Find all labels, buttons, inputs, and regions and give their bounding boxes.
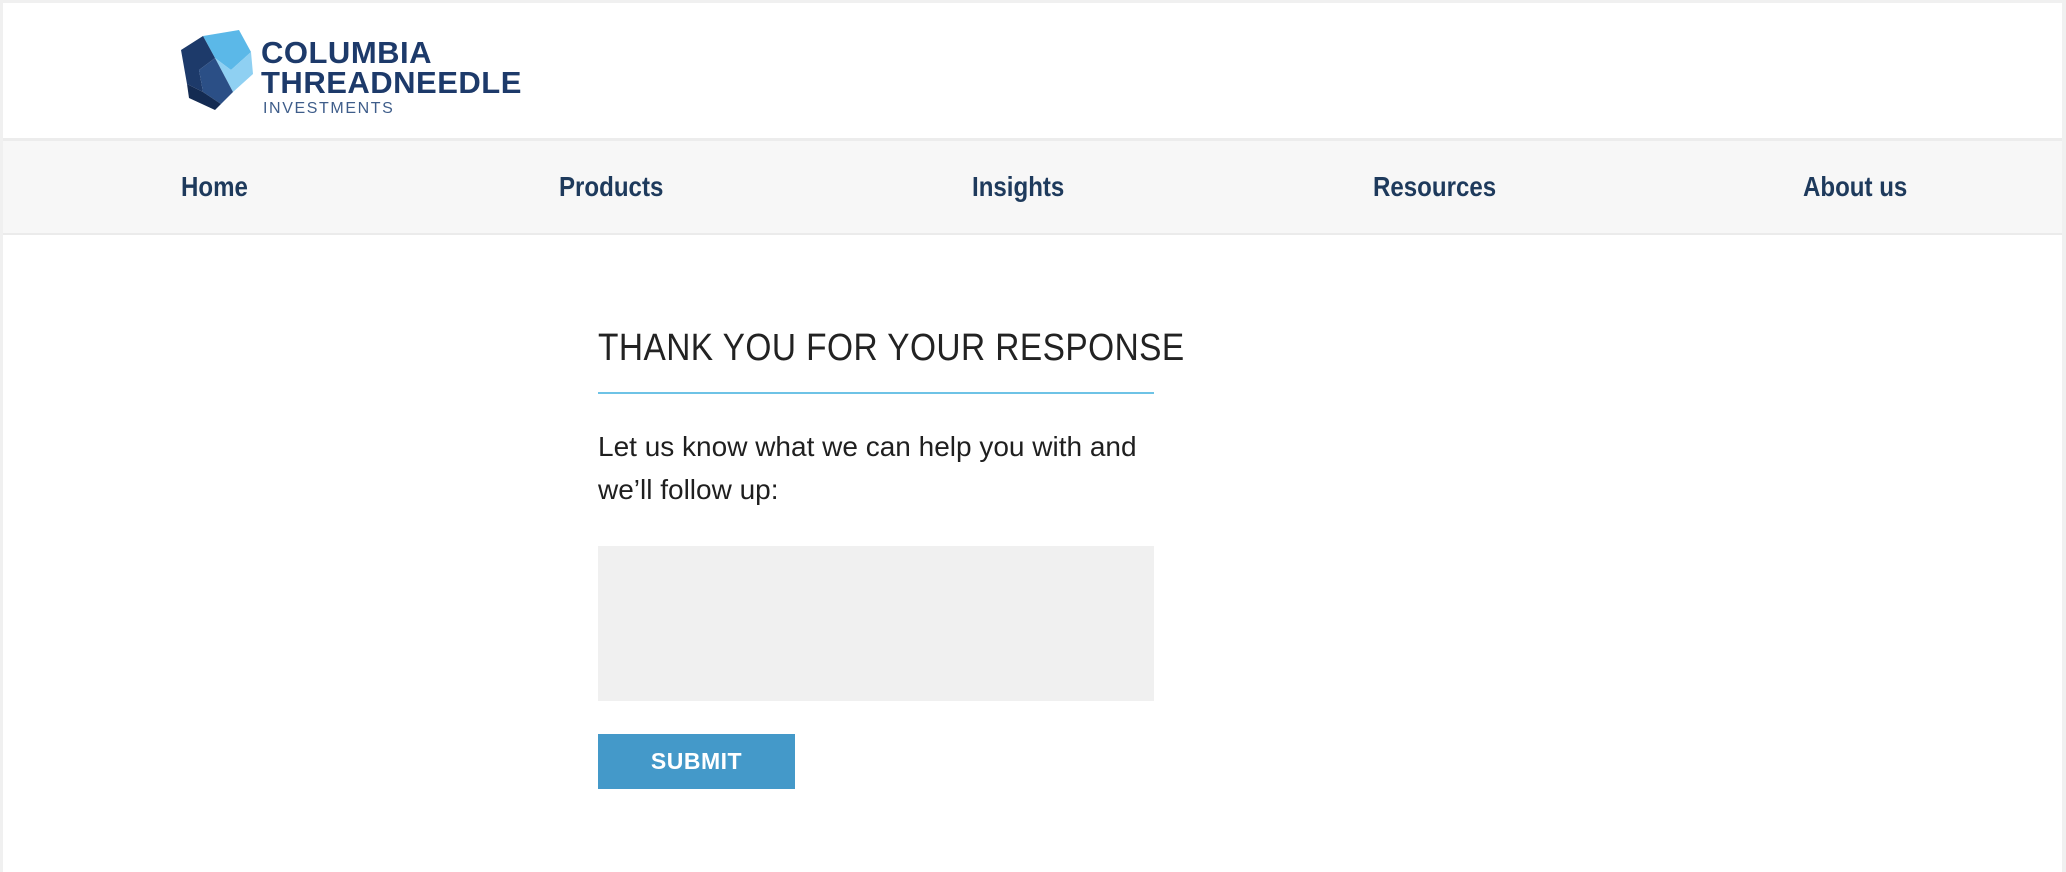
submit-button[interactable]: SUBMIT — [598, 734, 795, 789]
nav-item-insights[interactable]: Insights — [972, 171, 1064, 203]
main-nav: Home Products Insights Resources About u… — [3, 141, 2062, 235]
page-title: THANK YOU FOR YOUR RESPONSE — [598, 327, 1185, 369]
nav-item-products[interactable]: Products — [559, 171, 663, 203]
nav-item-home[interactable]: Home — [181, 171, 248, 203]
response-form: THANK YOU FOR YOUR RESPONSE Let us know … — [598, 323, 1185, 789]
feedback-textarea[interactable] — [598, 546, 1154, 701]
title-divider — [598, 392, 1154, 394]
site-header: COLUMBIA THREADNEEDLE INVESTMENTS — [3, 3, 2062, 141]
nav-item-resources[interactable]: Resources — [1373, 171, 1496, 203]
page-frame: COLUMBIA THREADNEEDLE INVESTMENTS Home P… — [0, 0, 2066, 872]
brand-tagline: INVESTMENTS — [263, 100, 395, 117]
brand-logo[interactable]: COLUMBIA THREADNEEDLE INVESTMENTS — [181, 27, 541, 122]
nav-item-about-us[interactable]: About us — [1803, 171, 1907, 203]
cube-logo-icon — [181, 30, 253, 110]
brand-name-line2: THREADNEEDLE — [261, 65, 522, 100]
intro-text: Let us know what we can help you with an… — [598, 431, 1137, 505]
